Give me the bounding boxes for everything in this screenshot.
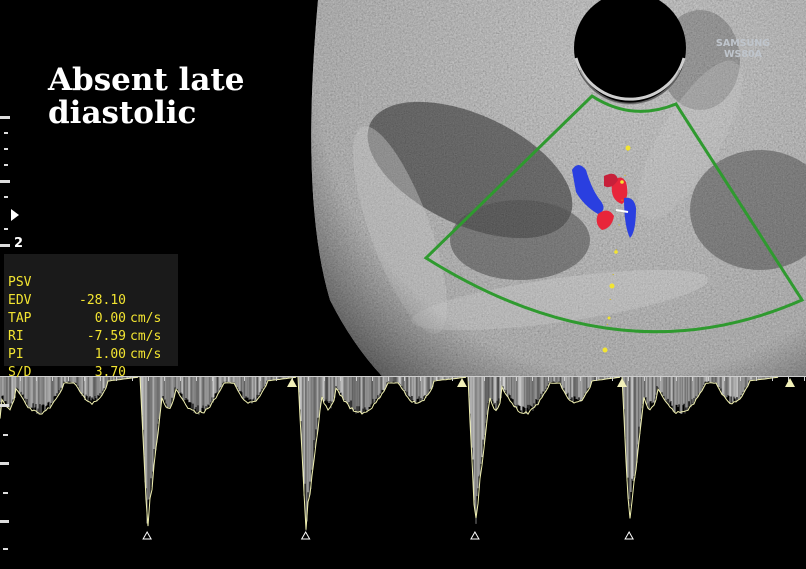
focus-marker-icon[interactable] [11,209,19,221]
measurement-row-sd: S/D [8,346,39,380]
doppler-spectrum [0,376,806,569]
measurement-value: 1.00 [94,347,126,362]
measurement-row-pi: PI 3.70 [8,328,126,380]
brand-line-1: SAMSUNG [716,38,770,49]
caption-line-2: diastolic [48,95,197,131]
measurement-unit: cm/s [130,347,162,362]
measurement-unit: cm/s [130,329,162,344]
measurement-label: S/D [8,365,32,380]
measurement-unit: cm/s [130,311,162,326]
caption-line-1: Absent late [48,62,245,98]
caption-text: Absent late diastolic [48,64,244,130]
brand-line-2: WS80A [724,49,762,60]
measurement-panel: PSV -28.10 cm/s EDV 0.00 cm/s TAP -7.59 … [4,254,178,380]
measurement-value: 0.00 [94,311,126,326]
depth-scale [0,116,10,247]
measurement-value: -7.59 [86,329,126,344]
brand-label: SAMSUNG WS80A [712,38,774,60]
measurement-row-ri: RI 1.00 [8,310,126,362]
measurement-value: -28.10 [79,293,126,308]
measurement-row-tap: TAP -7.59 cm/s [8,292,161,362]
depth-marker-label: 2 [14,236,24,251]
measurement-row-psv: PSV -28.10 cm/s [8,256,161,326]
measurement-value: 3.70 [94,365,126,380]
measurement-row-edv: EDV 0.00 cm/s [8,274,161,344]
